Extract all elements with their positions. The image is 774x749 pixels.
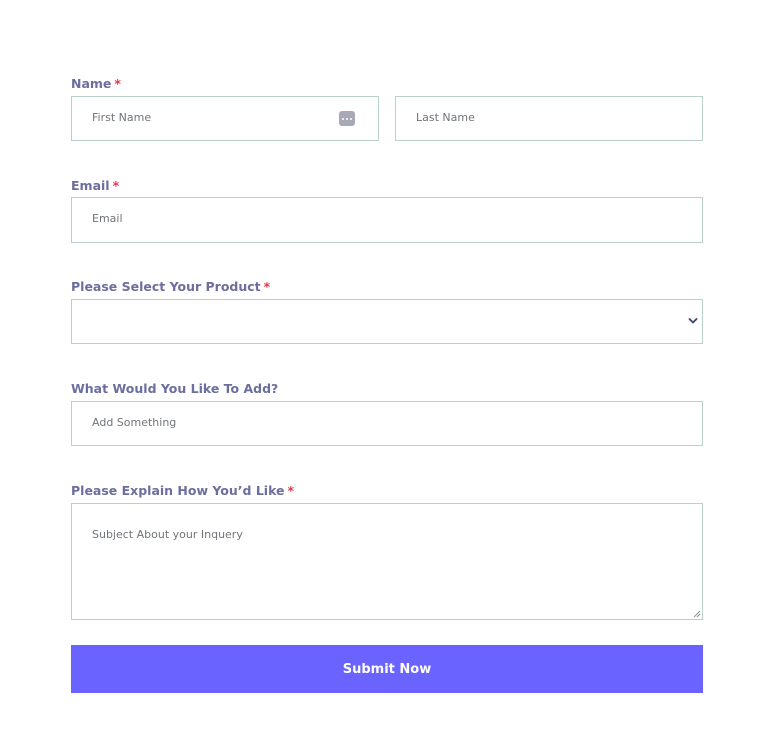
add-label: What Would You Like To Add? xyxy=(71,381,278,397)
first-name-input[interactable]: First Name xyxy=(71,96,379,141)
last-name-input[interactable]: Last Name xyxy=(395,96,703,141)
product-select[interactable] xyxy=(71,299,703,344)
add-something-input[interactable]: Add Something xyxy=(71,401,703,446)
email-label: Email * xyxy=(71,178,119,194)
product-label-text: Please Select Your Product xyxy=(71,279,261,294)
explain-label: Please Explain How You’d Like * xyxy=(71,483,294,499)
chevron-down-icon[interactable] xyxy=(688,316,698,326)
required-mark: * xyxy=(263,279,271,294)
last-name-placeholder: Last Name xyxy=(416,111,475,124)
add-label-text: What Would You Like To Add? xyxy=(71,381,279,396)
add-something-placeholder: Add Something xyxy=(92,416,177,429)
inquiry-placeholder: Subject About your Inquery xyxy=(92,528,243,541)
resize-handle-icon[interactable] xyxy=(693,610,701,618)
explain-label-text: Please Explain How You’d Like xyxy=(71,483,285,498)
email-input[interactable]: Email xyxy=(71,197,703,243)
email-placeholder: Email xyxy=(92,212,123,225)
required-mark: * xyxy=(114,76,121,91)
dots-icon[interactable] xyxy=(339,111,355,126)
name-label-text: Name xyxy=(71,76,112,91)
first-name-placeholder: First Name xyxy=(92,111,152,124)
email-label-text: Email xyxy=(71,178,110,193)
product-label: Please Select Your Product * xyxy=(71,279,270,295)
required-mark: * xyxy=(112,178,120,193)
inquiry-textarea[interactable]: Subject About your Inquery xyxy=(71,503,703,620)
submit-button[interactable]: Submit Now xyxy=(71,645,703,693)
name-label: Name * xyxy=(71,76,121,92)
required-mark: * xyxy=(287,483,295,498)
